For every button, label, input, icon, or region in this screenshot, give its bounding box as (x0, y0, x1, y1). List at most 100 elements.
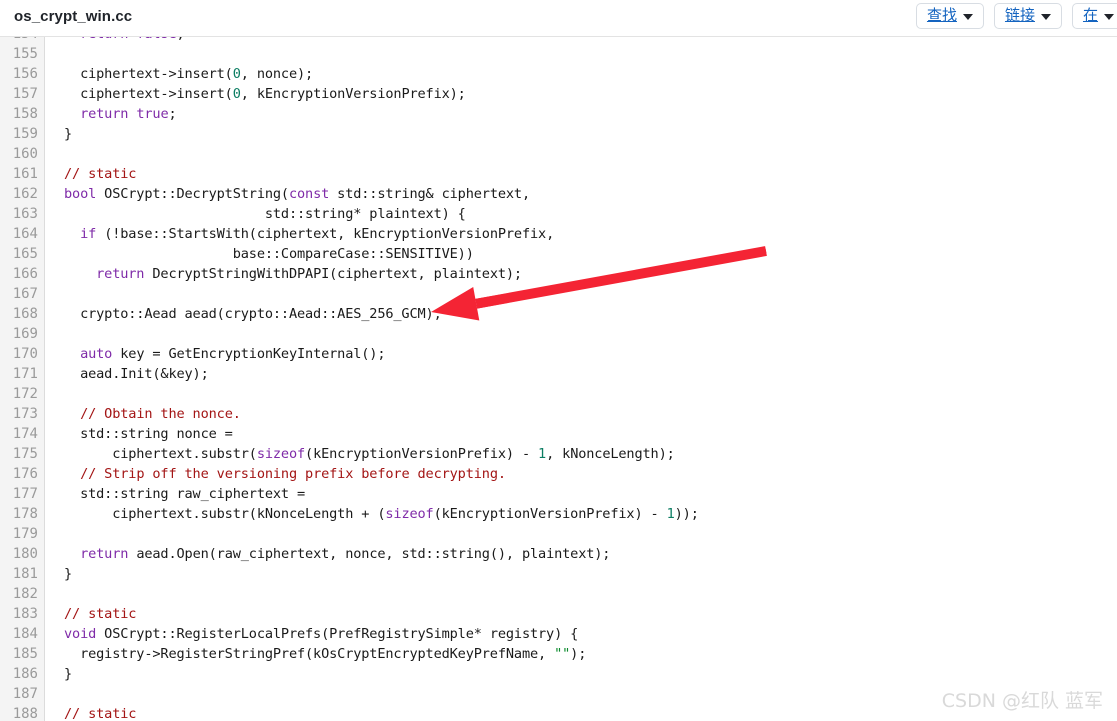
code-line-source: std::string raw_ciphertext = (64, 484, 305, 504)
line-number: 162 (12, 186, 38, 202)
code-token: , kEncryptionVersionPrefix); (240, 86, 466, 102)
code-line: 154 return false; (0, 37, 1117, 44)
code-token: 1 (666, 506, 675, 522)
code-line: 171 aead.Init(&key); (0, 364, 1117, 384)
code-token: // static (64, 706, 137, 721)
code-token: return (80, 106, 129, 122)
code-line: 183 // static (0, 604, 1117, 624)
code-token: sizeof (385, 506, 434, 522)
code-token: const (288, 186, 330, 202)
code-token: 0 (232, 66, 241, 82)
code-line: 179 (0, 524, 1117, 544)
header-actions: 查找 链接 在 (915, 3, 1117, 29)
code-line-source: std::string nonce = (64, 424, 233, 444)
line-number: 170 (12, 346, 38, 362)
header-button-0[interactable]: 查找 (915, 3, 984, 29)
code-line: 173 // Obtain the nonce. (0, 404, 1117, 424)
line-number: 184 (12, 626, 38, 642)
line-number: 164 (12, 226, 38, 242)
line-number: 178 (12, 506, 38, 522)
code-token: ; (177, 37, 185, 42)
code-line: 170 auto key = GetEncryptionKeyInternal(… (0, 344, 1117, 364)
code-line: 169 (0, 324, 1117, 344)
code-token: OSCrypt::DecryptString( (96, 186, 289, 202)
code-line-source: // static (64, 164, 136, 184)
code-line: 176 // Strip off the versioning prefix b… (0, 464, 1117, 484)
code-line-source: if (!base::StartsWith(ciphertext, kEncry… (64, 224, 554, 244)
code-line-source: } (64, 564, 72, 584)
code-line-source: bool OSCrypt::DecryptString(const std::s… (64, 184, 530, 204)
code-token: return (80, 546, 129, 562)
code-line: 186} (0, 664, 1117, 684)
code-token: return (96, 266, 145, 282)
line-number: 174 (12, 426, 38, 442)
line-number: 171 (12, 366, 38, 382)
header-button-label: 在 (1082, 6, 1098, 24)
code-line-list: 154 return false; 155 156 ciphertext->inse… (0, 37, 1117, 721)
code-line: 163 std::string* plaintext) { (0, 204, 1117, 224)
code-line: 178 ciphertext.substr(kNonceLength + (si… (0, 504, 1117, 524)
code-token: (kEncryptionVersionPrefix) - (305, 446, 539, 462)
code-line: 156 ciphertext->insert(0, nonce); (0, 64, 1117, 84)
code-line-source: registry->RegisterStringPref(kOsCryptEnc… (64, 644, 586, 664)
code-line: 172 (0, 384, 1117, 404)
code-token: } (64, 126, 73, 142)
code-token: 1 (538, 446, 547, 462)
line-number: 177 (12, 486, 38, 502)
code-token: ciphertext->insert( (64, 66, 233, 82)
code-line-source: return true; (64, 104, 177, 124)
line-number: 188 (12, 706, 38, 721)
line-number: 187 (12, 686, 38, 702)
line-number: 161 (12, 166, 38, 182)
code-token: sizeof (256, 446, 306, 462)
code-viewer[interactable]: 154 return false; 155 156 ciphertext->inse… (0, 37, 1117, 721)
code-token: , kNonceLength); (546, 446, 675, 462)
file-header-bar: os_crypt_win.cc 查找 链接 在 (0, 0, 1117, 37)
page-title: os_crypt_win.cc (14, 8, 133, 25)
line-number: 154 (0, 37, 38, 44)
code-line-source: void OSCrypt::RegisterLocalPrefs(PrefReg… (64, 624, 578, 644)
code-line-source: ciphertext.substr(kNonceLength + (sizeof… (64, 504, 699, 524)
code-line-source: return aead.Open(raw_ciphertext, nonce, … (64, 544, 610, 564)
code-token: true (136, 106, 169, 122)
code-line-source: auto key = GetEncryptionKeyInternal(); (64, 344, 385, 364)
header-button-label: 链接 (1004, 6, 1035, 24)
line-number: 186 (12, 666, 38, 682)
code-token: base::CompareCase::SENSITIVE)) (64, 246, 474, 262)
line-number: 183 (12, 606, 38, 622)
code-line: 159} (0, 124, 1117, 144)
code-token: void (64, 626, 97, 642)
code-token: auto (80, 346, 113, 362)
line-number: 165 (12, 246, 38, 262)
code-token: // static (64, 606, 137, 622)
line-number: 159 (12, 126, 38, 142)
code-line: 184 void OSCrypt::RegisterLocalPrefs(Pref… (0, 624, 1117, 644)
code-token: false (136, 37, 176, 42)
line-number: 156 (12, 66, 38, 82)
code-line: 166 return DecryptStringWithDPAPI(cipher… (0, 264, 1117, 284)
code-line: 175 ciphertext.substr(sizeof(kEncryption… (0, 444, 1117, 464)
code-token: } (64, 666, 73, 682)
line-number: 179 (12, 526, 38, 542)
code-line: 158 return true; (0, 104, 1117, 124)
code-line: 181} (0, 564, 1117, 584)
line-number: 175 (12, 446, 38, 462)
code-token: std::string& ciphertext, (329, 186, 530, 202)
code-token: (kEncryptionVersionPrefix) - (433, 506, 667, 522)
header-button-2[interactable]: 在 (1071, 3, 1117, 29)
code-line-source: return DecryptStringWithDPAPI(ciphertext… (64, 264, 522, 284)
code-token: OSCrypt::RegisterLocalPrefs(PrefRegistry… (96, 626, 579, 642)
code-line-source: // Obtain the nonce. (64, 404, 241, 424)
header-button-1[interactable]: 链接 (993, 3, 1062, 29)
code-token: DecryptStringWithDPAPI(ciphertext, plain… (144, 266, 522, 282)
chevron-down-icon (1040, 13, 1051, 20)
code-line-source: ciphertext->insert(0, nonce); (64, 64, 313, 84)
code-line-source: std::string* plaintext) { (64, 204, 466, 224)
code-token: )); (674, 506, 699, 522)
code-token: registry->RegisterStringPref(kOsCryptEnc… (64, 646, 555, 662)
code-token: std::string raw_ciphertext = (64, 486, 306, 502)
